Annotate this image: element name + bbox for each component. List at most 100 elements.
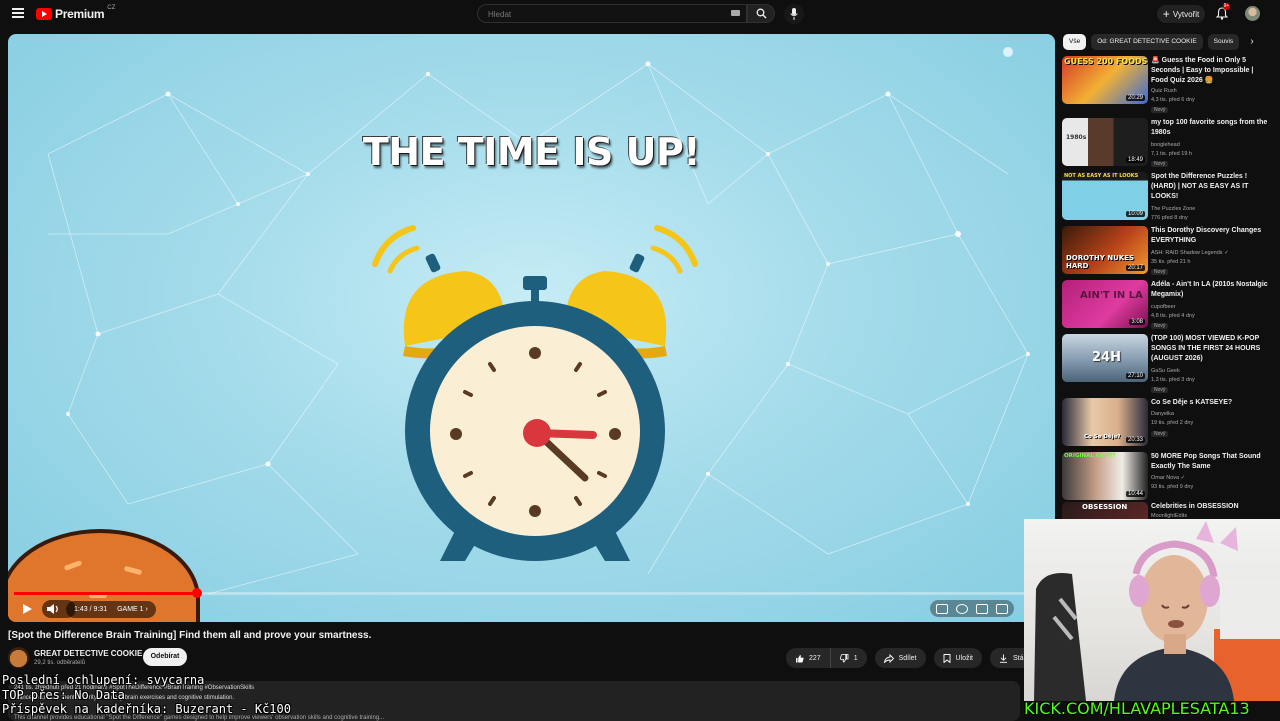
- video-duration: 3:08: [1129, 319, 1145, 325]
- channel-name: Omar Nova ✓: [1151, 475, 1186, 481]
- recommended-video[interactable]: AIN'T IN LA 3:08 Adéla - Ain't In LA (20…: [1062, 280, 1272, 330]
- video-title: (TOP 100) MOST VIEWED K-POP SONGS IN THE…: [1151, 335, 1261, 362]
- thumbnail-text: AIN'T IN LA: [1080, 290, 1143, 301]
- thumbs-up-icon: [796, 654, 804, 662]
- video-thumbnail: GUESS 200 FOODS 20:29: [1062, 56, 1148, 104]
- video-thumbnail: OBSESSION: [1062, 502, 1148, 519]
- autoplay-toggle-icon[interactable]: [936, 603, 948, 614]
- progress-scrubber[interactable]: [191, 588, 202, 598]
- mic-icon: [790, 8, 798, 20]
- stream-overlay-top-donor: TOP přes: No Data: [2, 688, 125, 702]
- thumbnail-text: NOT AS EASY AS IT LOOKS: [1064, 173, 1139, 179]
- like-count: 227: [809, 654, 821, 662]
- search-button[interactable]: [747, 4, 775, 23]
- sidebar-filter-chips: Vše Od: GREAT DETECTIVE COOKIE Souvis: [1063, 34, 1240, 50]
- menu-icon[interactable]: [12, 8, 24, 18]
- new-badge: Nový: [1151, 161, 1169, 167]
- recommended-video[interactable]: 24H 27:10 (TOP 100) MOST VIEWED K-POP SO…: [1062, 334, 1272, 393]
- new-badge: Nový: [1151, 431, 1169, 437]
- recommended-video[interactable]: 1980s 18:49 my top 100 favorite songs fr…: [1062, 118, 1272, 168]
- channel-name: The Puzzles Zone: [1151, 206, 1196, 212]
- video-duration: 20:29: [1125, 95, 1145, 101]
- new-badge: Nový: [1151, 323, 1169, 329]
- time-display: 1:43 / 9:31 GAME 1 ›: [66, 601, 156, 618]
- video-duration: 18:49: [1125, 157, 1145, 163]
- miniplayer-icon[interactable]: [976, 603, 988, 614]
- recommended-video[interactable]: DOROTHY NUKES HARD 20:17 This Dorothy Di…: [1062, 226, 1272, 276]
- channel-name: cupofbeer: [1151, 304, 1176, 310]
- new-badge: Nový: [1151, 107, 1169, 113]
- theater-mode-icon[interactable]: [996, 603, 1008, 614]
- video-thumbnail: ORIGINAL COPY? 10:44: [1062, 452, 1148, 500]
- thumbs-down-icon: [839, 653, 849, 662]
- video-title: Celebrities in OBSESSION: [1151, 503, 1239, 510]
- keyboard-icon[interactable]: [731, 10, 740, 16]
- recommended-video[interactable]: NOT AS EASY AS IT LOOKS 10:09 Spot the D…: [1062, 172, 1272, 222]
- chapter-button[interactable]: GAME 1 ›: [117, 601, 148, 618]
- settings-icon[interactable]: [956, 603, 968, 614]
- video-meta: 4,3 tis. před 6 dny: [1151, 97, 1195, 103]
- video-duration: 10:44: [1125, 491, 1145, 497]
- thumbnail-text: ORIGINAL COPY?: [1064, 453, 1116, 459]
- recommended-video[interactable]: Co Se Děje? 20:33 Co Se Děje s KATSEYE? …: [1062, 398, 1272, 448]
- notifications-button[interactable]: 9+: [1215, 3, 1230, 21]
- save-button[interactable]: Uložit: [933, 648, 983, 668]
- youtube-premium-logo[interactable]: Premium CZ: [36, 5, 115, 21]
- recommended-video[interactable]: GUESS 200 FOODS 20:29 🚨 Guess the Food i…: [1062, 56, 1272, 113]
- video-meta: 776 před 8 dny: [1151, 215, 1188, 221]
- progress-bar[interactable]: [14, 588, 1024, 598]
- bookmark-icon: [943, 653, 950, 663]
- video-thumbnail: AIN'T IN LA 3:08: [1062, 280, 1148, 328]
- channel-name: ASH: RAID Shadow Legends ✓: [1151, 250, 1229, 256]
- progress-fill: [14, 592, 197, 595]
- video-duration: 10:09: [1125, 211, 1145, 217]
- voice-search-button[interactable]: [784, 4, 804, 24]
- like-button[interactable]: 227: [786, 648, 831, 668]
- recommended-video[interactable]: ORIGINAL COPY? 10:44 50 MORE Pop Songs T…: [1062, 452, 1272, 502]
- channel-name[interactable]: GREAT DETECTIVE COOKIE: [34, 649, 142, 658]
- channel-name: GaSu Geek: [1151, 368, 1180, 374]
- video-thumbnail: 1980s 18:49: [1062, 118, 1148, 166]
- share-label: Sdílet: [898, 654, 917, 662]
- chevron-right-icon[interactable]: ›: [1244, 34, 1260, 50]
- volume-icon: [47, 604, 58, 614]
- search-input[interactable]: [486, 7, 720, 22]
- overlay-title: THE TIME IS UP!: [362, 130, 701, 174]
- share-icon: [883, 653, 894, 663]
- new-badge: Nový: [1151, 269, 1169, 275]
- thumbnail-text: OBSESSION: [1082, 503, 1128, 511]
- video-actions: 227 1 Sdílet Uložit Stáhnout: [786, 648, 1051, 668]
- thumbnail-text: GUESS 200 FOODS: [1064, 57, 1148, 66]
- video-meta: 93 tis. před 9 dny: [1151, 484, 1194, 490]
- recommended-video[interactable]: OBSESSION Celebrities in OBSESSION Moonl…: [1062, 502, 1272, 519]
- share-button[interactable]: Sdílet: [874, 648, 926, 668]
- search-icon: [756, 8, 767, 19]
- video-duration: 27:10: [1125, 373, 1145, 379]
- new-badge: Nový: [1151, 387, 1169, 393]
- top-bar: Premium CZ + Vytvořit 9+: [0, 0, 1280, 28]
- channel-avatar[interactable]: [8, 647, 29, 668]
- plus-icon: +: [1162, 7, 1170, 21]
- play-button[interactable]: [20, 602, 34, 616]
- notification-badge: 9+: [1223, 3, 1230, 10]
- dislike-count: 1: [853, 654, 858, 662]
- logo-text: Premium: [55, 7, 105, 21]
- subscribe-button[interactable]: Odebírat: [143, 648, 187, 666]
- video-duration: 20:17: [1125, 265, 1145, 271]
- account-avatar[interactable]: [1245, 6, 1260, 21]
- chip-from-channel[interactable]: Od: GREAT DETECTIVE COOKIE: [1091, 34, 1203, 50]
- chip-all[interactable]: Vše: [1063, 34, 1087, 50]
- video-title: my top 100 favorite songs from the 1980s: [1151, 119, 1268, 136]
- channel-name: booglehead: [1151, 142, 1180, 148]
- channel-name: Quiz Rush: [1151, 88, 1177, 94]
- chip-related[interactable]: Souvis: [1207, 34, 1240, 50]
- video-meta: 19 tis. před 2 dny: [1151, 420, 1194, 426]
- video-title: 🚨 Guess the Food in Only 5 Seconds | Eas…: [1151, 57, 1254, 84]
- video-player[interactable]: THE TIME IS UP! 1:43 / 9:31 GAME 1 ›: [8, 34, 1055, 622]
- create-button[interactable]: + Vytvořit: [1157, 5, 1205, 23]
- play-icon: [23, 604, 32, 614]
- video-thumbnail: 24H 27:10: [1062, 334, 1148, 382]
- dislike-button[interactable]: 1: [830, 648, 867, 668]
- streamer-webcam: [1024, 519, 1280, 701]
- video-title: [Spot the Difference Brain Training] Fin…: [8, 630, 372, 641]
